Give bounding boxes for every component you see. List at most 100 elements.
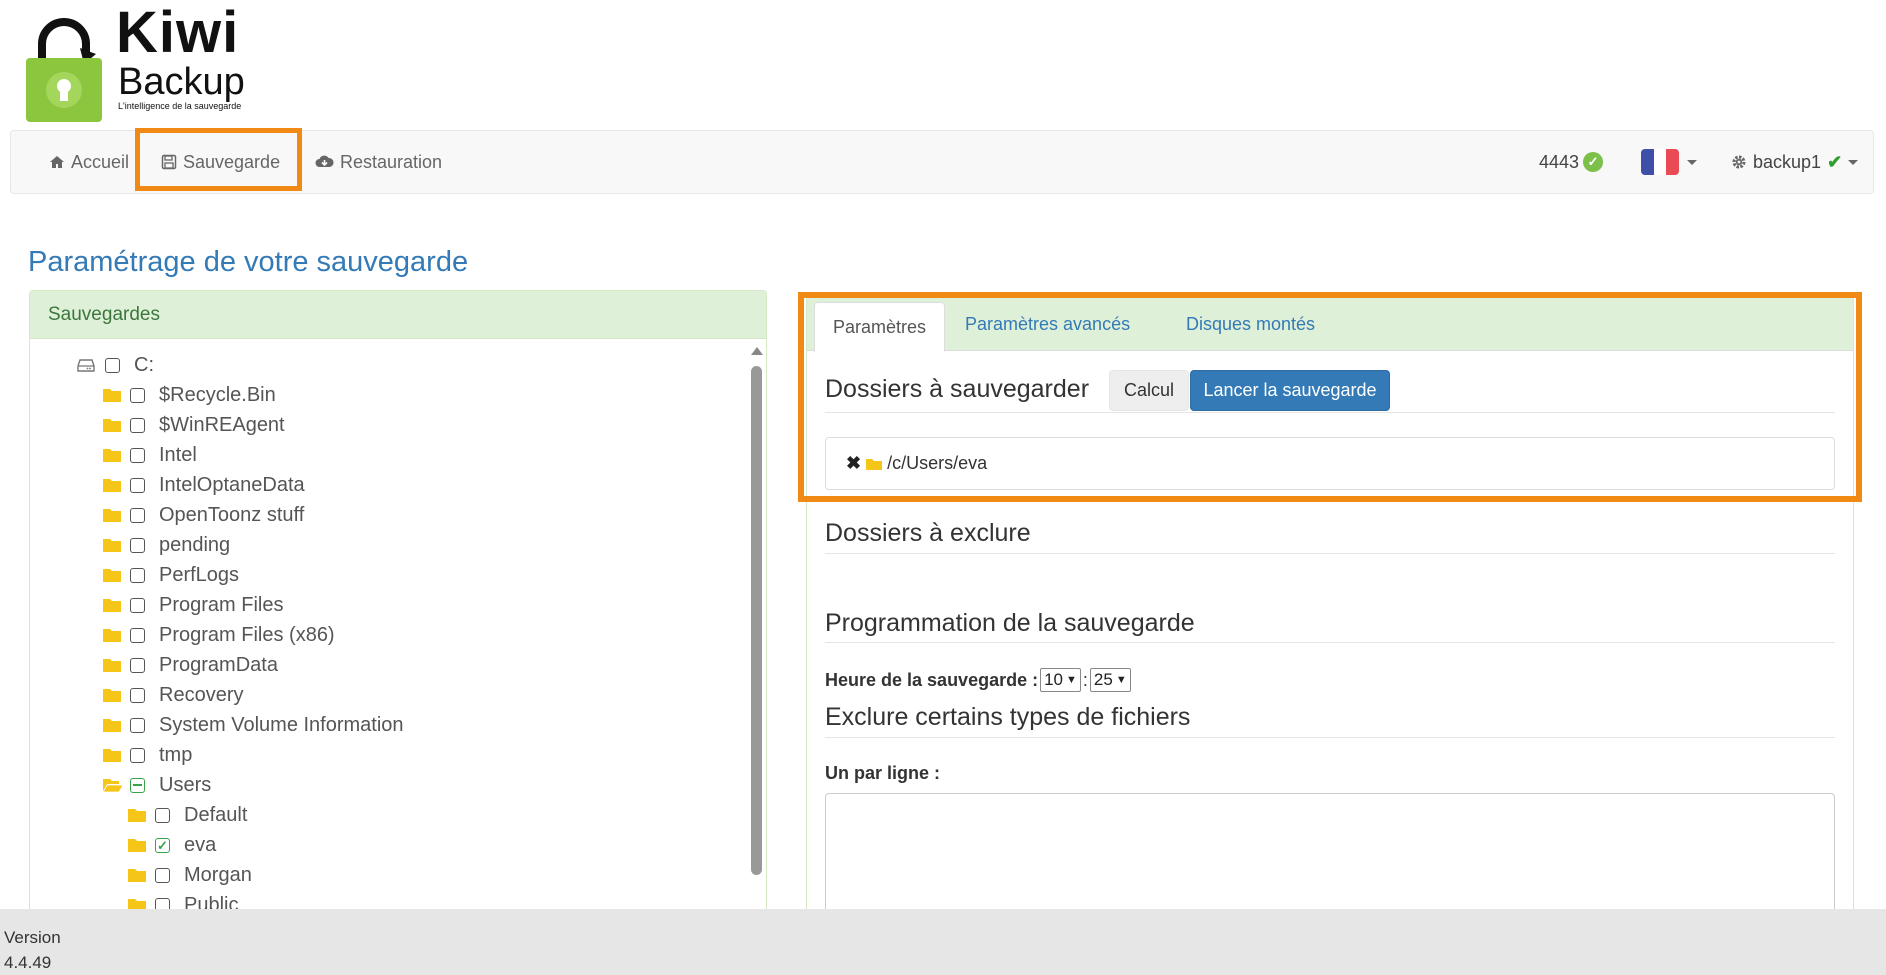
tree-row[interactable]: tmp: [102, 740, 192, 770]
tree-row[interactable]: OpenToonz stuff: [102, 500, 304, 530]
tree-item-label: C:: [134, 353, 154, 376]
tree-checkbox[interactable]: [130, 777, 145, 793]
tree-checkbox[interactable]: [130, 417, 145, 433]
gear-icon: [1732, 155, 1746, 169]
tree-row[interactable]: $Recycle.Bin: [102, 380, 276, 410]
folder-icon[interactable]: [102, 387, 124, 403]
tree-row[interactable]: $WinREAgent: [102, 410, 285, 440]
nav-accueil[interactable]: Accueil: [49, 131, 129, 193]
tree-row[interactable]: ProgramData: [102, 650, 278, 680]
tree-checkbox[interactable]: [130, 447, 145, 463]
tree-row[interactable]: Default: [127, 800, 247, 830]
folder-open-icon[interactable]: [102, 777, 124, 793]
nav-sauvegarde-label: Sauvegarde: [183, 151, 281, 172]
folder-icon[interactable]: [102, 717, 124, 733]
tree-row[interactable]: IntelOptaneData: [102, 470, 305, 500]
folder-icon[interactable]: [102, 537, 124, 553]
check-circle-icon: ✓: [1583, 152, 1604, 172]
folder-icon[interactable]: [102, 567, 124, 583]
tree-row[interactable]: System Volume Information: [102, 710, 404, 740]
tree-checkbox[interactable]: [130, 507, 145, 523]
scroll-up-arrow-icon[interactable]: [751, 347, 763, 355]
tree-checkbox[interactable]: [130, 597, 145, 613]
time-separator: :: [1082, 669, 1088, 690]
tree-item-label: System Volume Information: [159, 713, 404, 736]
tree-checkbox[interactable]: [130, 687, 145, 703]
tree-checkbox[interactable]: [130, 387, 145, 403]
tab-parametres-avances[interactable]: Paramètres avancés: [947, 297, 1148, 351]
folder-icon[interactable]: [127, 807, 149, 823]
tree-checkbox[interactable]: [155, 867, 170, 883]
tree-row[interactable]: Recovery: [102, 680, 243, 710]
divider: [825, 412, 1835, 413]
calcul-button[interactable]: Calcul: [1109, 370, 1189, 411]
folder-icon[interactable]: [127, 837, 149, 853]
nav-sauvegarde[interactable]: Sauvegarde: [161, 131, 280, 193]
tree-item-label: eva: [184, 833, 217, 856]
check-icon: ✔: [1827, 151, 1843, 172]
scrollbar-thumb[interactable]: [751, 366, 762, 875]
tree-checkbox[interactable]: [130, 747, 145, 763]
folder-icon[interactable]: [102, 657, 124, 673]
tree-item-label: Program Files: [159, 593, 284, 616]
backup-path-item: /c/Users/eva: [887, 453, 988, 473]
language-dropdown[interactable]: [1641, 131, 1697, 193]
exclude-types-title: Exclure certains types de fichiers: [825, 703, 1191, 731]
version-number: 4.4.49: [4, 953, 52, 972]
tree-row[interactable]: pending: [102, 530, 230, 560]
nav-restauration[interactable]: Restauration: [315, 131, 442, 193]
hard-drive-icon[interactable]: [77, 358, 99, 372]
hour-select[interactable]: 10 ▼: [1040, 668, 1081, 692]
chevron-down-icon: ▼: [1115, 674, 1127, 686]
tree-item-label: ProgramData: [159, 653, 278, 676]
tree-item-label: PerfLogs: [159, 563, 240, 586]
folder-icon[interactable]: [102, 627, 124, 643]
backup-folders-title: Dossiers à sauvegarder: [825, 375, 1090, 403]
tree-scrollbar[interactable]: [746, 347, 766, 919]
page-title: Paramétrage de votre sauvegarde: [28, 246, 469, 278]
tree-checkbox[interactable]: ✓: [155, 837, 170, 853]
launch-backup-button[interactable]: Lancer la sauvegarde: [1190, 370, 1390, 411]
tree-row[interactable]: Program Files: [102, 590, 283, 620]
tree-row[interactable]: Program Files (x86): [102, 620, 335, 650]
folder-icon[interactable]: [102, 447, 124, 463]
tree-checkbox[interactable]: [155, 807, 170, 823]
tree-item-label: IntelOptaneData: [159, 473, 305, 496]
folder-icon[interactable]: [102, 417, 124, 433]
client-count[interactable]: 4443 ✓: [1539, 131, 1604, 193]
user-dropdown[interactable]: backup1 ✔: [1731, 131, 1859, 193]
caret-down-icon: [1687, 159, 1697, 165]
tree-item-label: $Recycle.Bin: [159, 383, 276, 406]
folder-icon[interactable]: [102, 747, 124, 763]
tree-checkbox[interactable]: [105, 357, 120, 373]
schedule-title: Programmation de la sauvegarde: [825, 609, 1195, 637]
tree-row[interactable]: Users: [102, 770, 211, 800]
tree-checkbox[interactable]: [130, 537, 145, 553]
tree-checkbox[interactable]: [130, 657, 145, 673]
remove-path-icon[interactable]: ✖: [846, 453, 861, 474]
folder-icon[interactable]: [102, 507, 124, 523]
tree-row[interactable]: ✓ eva: [127, 830, 216, 860]
tree-item-label: Recovery: [159, 683, 244, 706]
folder-icon[interactable]: [102, 687, 124, 703]
tree-row[interactable]: PerfLogs: [102, 560, 239, 590]
tab-disques-montes[interactable]: Disques montés: [1168, 297, 1333, 351]
tab-parametres[interactable]: Paramètres: [814, 302, 946, 352]
folder-icon[interactable]: [127, 867, 149, 883]
tree-checkbox[interactable]: [130, 627, 145, 643]
tree-checkbox[interactable]: [130, 717, 145, 733]
tree-checkbox[interactable]: [130, 567, 145, 583]
tree-checkbox[interactable]: [130, 477, 145, 493]
folder-icon[interactable]: [102, 477, 124, 493]
schedule-time-label: Heure de la sauvegarde :: [825, 669, 1039, 690]
tree-row[interactable]: Morgan: [127, 860, 252, 890]
folder-icon[interactable]: [102, 597, 124, 613]
backup-path-list: ✖ /c/Users/eva: [825, 437, 1835, 490]
user-name: backup1: [1753, 151, 1822, 172]
tree-row[interactable]: C:: [77, 350, 154, 380]
tree-item-label: Users: [159, 773, 212, 796]
tree-row[interactable]: Intel: [102, 440, 197, 470]
chevron-down-icon: ▼: [1066, 674, 1077, 686]
schedule-time-row: Heure de la sauvegarde : 10 ▼ : 25 ▼: [825, 668, 1131, 692]
minute-select[interactable]: 25 ▼: [1089, 668, 1131, 692]
